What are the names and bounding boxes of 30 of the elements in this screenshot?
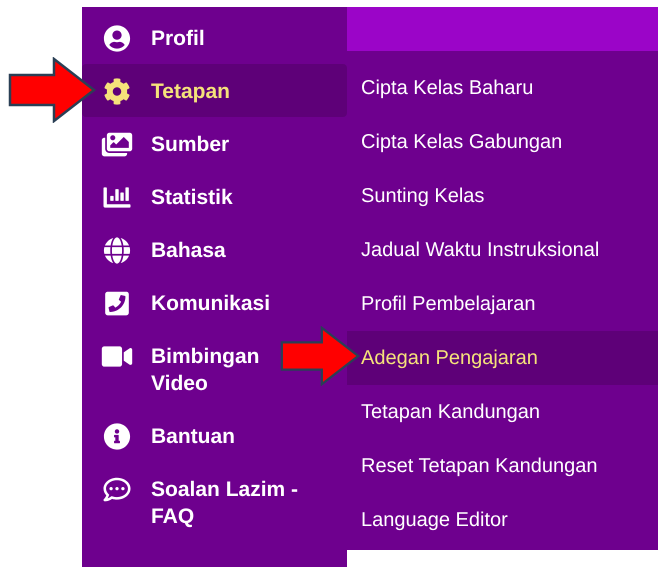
sidebar-item[interactable]: Bimbingan Video bbox=[82, 329, 347, 409]
sidebar-item[interactable]: Profil bbox=[82, 11, 347, 64]
sidebar-label: Profil bbox=[151, 26, 206, 52]
sidebar-label: Bimbingan Video bbox=[151, 344, 260, 397]
submenu-item[interactable]: Adegan Pengajaran bbox=[347, 331, 658, 385]
sidebar-item[interactable]: Tetapan bbox=[82, 64, 347, 117]
submenu-item[interactable]: Reset Tetapan Kandungan bbox=[347, 439, 658, 493]
sidebar-label: Bahasa bbox=[151, 238, 227, 264]
submenu-item[interactable]: Tetapan Kandungan bbox=[347, 385, 658, 439]
sidebar-item[interactable]: Bahasa bbox=[82, 223, 347, 276]
sidebar-label: Sumber bbox=[151, 132, 230, 158]
submenu-item[interactable]: Cipta Kelas Baharu bbox=[347, 61, 658, 115]
sidebar-label: Bantuan bbox=[151, 424, 236, 450]
submenu-item[interactable]: Profil Pembelajaran bbox=[347, 277, 658, 331]
sidebar-item[interactable]: Komunikasi bbox=[82, 276, 347, 329]
sidebar-label: Statistik bbox=[151, 185, 234, 211]
sidebar-item[interactable]: Sumber bbox=[82, 117, 347, 170]
sidebar-item[interactable]: Statistik bbox=[82, 170, 347, 223]
submenu-item[interactable]: Cipta Kelas Gabungan bbox=[347, 115, 658, 169]
sidebar-label: Komunikasi bbox=[151, 291, 272, 317]
sidebar-label: Tetapan bbox=[151, 79, 231, 105]
pointer-arrow-icon bbox=[8, 57, 96, 123]
submenu-item[interactable]: Language Editor bbox=[347, 493, 658, 547]
sidebar-item[interactable]: Bantuan bbox=[82, 409, 347, 462]
images-icon bbox=[100, 131, 134, 158]
sidebar-label: Soalan Lazim - FAQ bbox=[151, 477, 300, 530]
sidebar-item[interactable]: Soalan Lazim - FAQ bbox=[82, 462, 347, 542]
pointer-arrow-icon bbox=[280, 326, 360, 386]
submenu-item[interactable]: Sunting Kelas bbox=[347, 169, 658, 223]
submenu-item[interactable]: Jadual Waktu Instruksional bbox=[347, 223, 658, 277]
